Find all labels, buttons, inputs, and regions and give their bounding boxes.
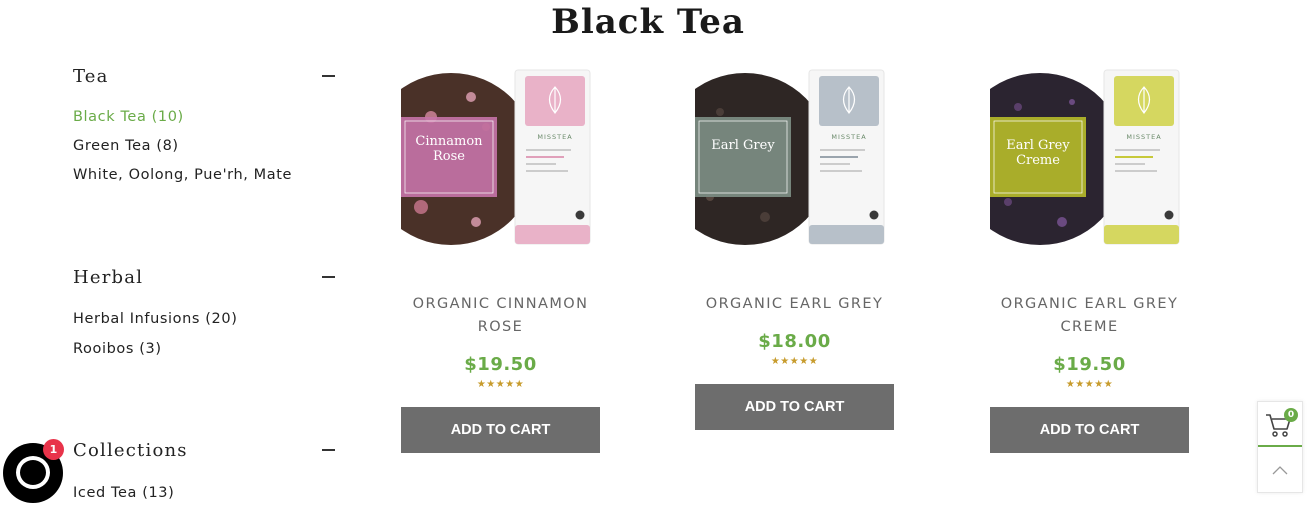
tin-brand: MISSTEA: [537, 133, 572, 141]
tea-tin-bottom-band: [515, 225, 590, 244]
tea-tin-bottom-band: [1104, 225, 1179, 244]
filter-group-tea: Tea Black Tea (10) Green Tea (8) White, …: [73, 64, 335, 196]
tea-label-line1: Cinnamon: [415, 134, 483, 149]
rating-stars-icon: ★★★★★: [1065, 379, 1114, 390]
filter-group-header[interactable]: Tea: [73, 64, 335, 88]
add-to-cart-button[interactable]: ADD TO CART: [401, 407, 600, 453]
chat-bubble-icon: [16, 456, 50, 489]
add-to-cart-button[interactable]: ADD TO CART: [990, 407, 1189, 453]
product-price: $19.50: [464, 354, 537, 375]
tin-brand: MISSTEA: [1126, 133, 1161, 141]
product-name-line1[interactable]: ORGANIC EARL GREY: [990, 293, 1189, 316]
tea-label-line2: Creme: [1016, 153, 1060, 168]
product-title[interactable]: ORGANIC EARL GREY: [695, 293, 894, 316]
product-price: $19.50: [1053, 354, 1126, 375]
tea-label: [695, 117, 791, 197]
tea-label-line2: Rose: [433, 149, 465, 164]
product-title[interactable]: ORGANIC EARL GREY CREME: [990, 293, 1189, 339]
product-card: Cinnamon Rose MISSTEA ORGANIC CINNAMON R…: [365, 67, 600, 453]
scroll-to-top-button[interactable]: [1258, 449, 1302, 493]
product-name-line2[interactable]: ROSE: [401, 316, 600, 339]
chevron-up-icon: [1272, 466, 1288, 475]
tea-tin-bottom-band: [809, 225, 884, 244]
filter-item-rooibos[interactable]: Rooibos (3): [73, 341, 335, 371]
filter-item-white-oolong[interactable]: White, Oolong, Pue'rh, Mate: [73, 167, 335, 196]
product-image[interactable]: Cinnamon Rose MISSTEA: [365, 67, 600, 252]
product-image[interactable]: Earl Grey Creme MISSTEA: [954, 67, 1189, 252]
filter-group-title: Herbal: [73, 266, 144, 288]
filter-group-title: Collections: [73, 439, 188, 461]
filter-item-herbal-infusions[interactable]: Herbal Infusions (20): [73, 311, 335, 341]
product-card: Earl Grey MISSTEA ORGANIC EARL GREY $18.…: [659, 67, 894, 430]
chat-unread-badge: 1: [43, 439, 64, 460]
product-name-line1[interactable]: ORGANIC CINNAMON: [401, 293, 600, 316]
floating-side-widget: 0: [1257, 401, 1303, 493]
tea-label-line1: Earl Grey: [711, 138, 775, 153]
product-name-line2[interactable]: CREME: [990, 316, 1189, 339]
filter-item-black-tea[interactable]: Black Tea (10): [73, 109, 335, 138]
product-image[interactable]: Earl Grey MISSTEA: [659, 67, 894, 252]
add-to-cart-button[interactable]: ADD TO CART: [695, 384, 894, 430]
page-title: Black Tea: [551, 2, 745, 42]
product-name-line1[interactable]: ORGANIC EARL GREY: [695, 293, 894, 316]
collapse-minus-icon[interactable]: [322, 75, 335, 77]
rating-stars-icon: ★★★★★: [770, 356, 819, 367]
rating-stars-icon: ★★★★★: [476, 379, 525, 390]
filter-group-title: Tea: [73, 65, 109, 87]
filter-group-header[interactable]: Collections: [73, 438, 335, 462]
filter-group-herbal: Herbal Herbal Infusions (20) Rooibos (3): [73, 265, 335, 371]
filter-group-header[interactable]: Herbal: [73, 265, 335, 289]
tea-label-line1: Earl Grey: [1006, 138, 1070, 153]
filter-item-green-tea[interactable]: Green Tea (8): [73, 138, 335, 167]
filter-group-collections: Collections Iced Tea (13): [73, 438, 335, 511]
tin-brand: MISSTEA: [831, 133, 866, 141]
cart-button[interactable]: 0: [1258, 402, 1302, 447]
cart-count-badge: 0: [1284, 408, 1298, 422]
collapse-minus-icon[interactable]: [322, 276, 335, 278]
product-title[interactable]: ORGANIC CINNAMON ROSE: [401, 293, 600, 339]
product-card: Earl Grey Creme MISSTEA ORGANIC EARL GRE…: [954, 67, 1189, 453]
product-price: $18.00: [758, 331, 831, 352]
filter-item-iced-tea[interactable]: Iced Tea (13): [73, 485, 335, 511]
collapse-minus-icon[interactable]: [322, 449, 335, 451]
